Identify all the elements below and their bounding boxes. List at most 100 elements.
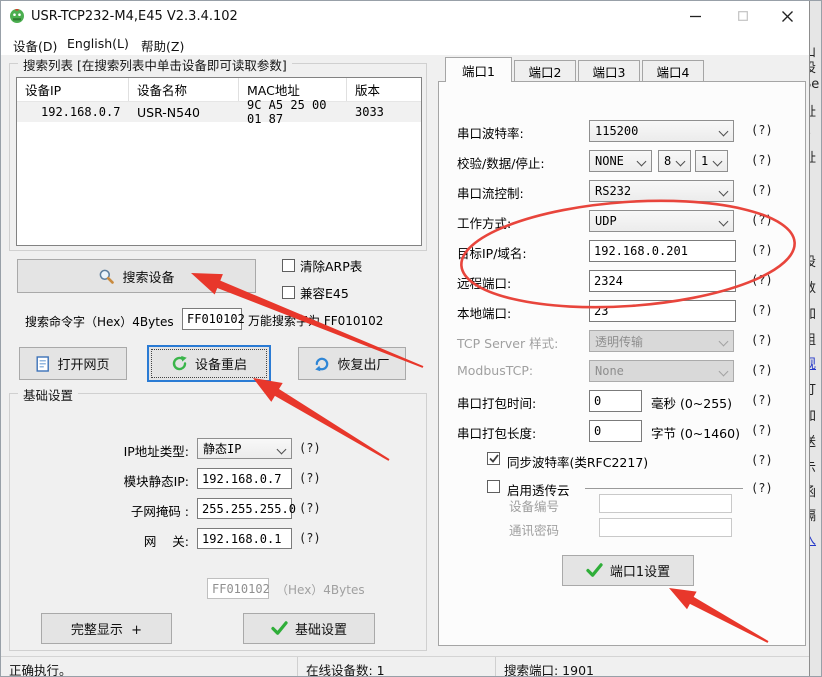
- search-list-group-title: 搜索列表 [在搜索列表中单击设备即可读取参数]: [18, 55, 292, 74]
- packtime-help[interactable]: (?): [751, 393, 773, 407]
- search-device-button[interactable]: 搜索设备: [17, 259, 256, 293]
- cell-version: 3033: [347, 102, 421, 122]
- baud-value: 115200: [595, 124, 638, 138]
- port1-panel: 串口波特率: 115200 (?) 校验/数据/停止: NONE 8 1 (?)…: [438, 81, 806, 646]
- ip-type-help[interactable]: (?): [299, 441, 321, 455]
- menu-help[interactable]: 帮助(Z): [137, 34, 188, 57]
- row-dev-id: 设备编号: [439, 492, 805, 514]
- status-search-port: 搜索端口: 1901: [504, 660, 594, 677]
- row-dev-pwd: 通讯密码: [439, 516, 805, 538]
- remote-port-help[interactable]: (?): [751, 273, 773, 287]
- flow-help[interactable]: (?): [751, 183, 773, 197]
- status-separator: [495, 657, 496, 677]
- chevron-down-icon: [719, 217, 729, 227]
- cell-device-name: USR-N540: [129, 102, 239, 122]
- stopbits-value: 1: [701, 154, 708, 168]
- static-ip-input[interactable]: 192.168.0.7: [197, 468, 292, 489]
- compat-e45-label: 兼容E45: [300, 283, 349, 302]
- menu-english[interactable]: English(L): [63, 34, 133, 53]
- subnet-mask-label: 子网掩码 :: [19, 501, 189, 520]
- flow-select[interactable]: RS232: [589, 180, 734, 202]
- packtime-unit: 毫秒 (0~255): [651, 393, 732, 412]
- tcpserver-help[interactable]: (?): [751, 333, 773, 347]
- check-icon: [271, 621, 288, 636]
- packtime-input[interactable]: 0: [589, 390, 642, 412]
- basic-set-label: 基础设置: [295, 619, 347, 638]
- window-title: USR-TCP232-M4,E45 V2.3.4.102: [31, 9, 238, 24]
- menu-device[interactable]: 设备(D): [9, 34, 61, 57]
- full-display-label: 完整显示 +: [71, 619, 142, 638]
- row-modbus: ModbusTCP: None (?): [439, 360, 805, 382]
- full-display-button[interactable]: 完整显示 +: [41, 613, 172, 644]
- work-mode-label: 工作方式:: [457, 213, 511, 232]
- search-icon: [98, 268, 115, 285]
- target-ip-help[interactable]: (?): [751, 243, 773, 257]
- static-ip-help[interactable]: (?): [299, 471, 321, 485]
- row-target-ip: 目标IP/域名: 192.168.0.201 (?): [439, 240, 805, 262]
- work-mode-select[interactable]: UDP: [589, 210, 734, 232]
- restart-device-button[interactable]: 设备重启: [147, 345, 271, 382]
- basic-set-button[interactable]: 基础设置: [243, 613, 375, 644]
- tcpserver-select: 透明传输: [589, 330, 734, 352]
- tab-port3[interactable]: 端口3: [578, 60, 640, 82]
- parity-select[interactable]: NONE: [589, 150, 652, 172]
- cell-device-ip: 192.168.0.7: [17, 102, 129, 122]
- baud-label: 串口波特率:: [457, 123, 524, 142]
- row-baud: 串口波特率: 115200 (?): [439, 120, 805, 142]
- chevron-down-icon: [637, 157, 647, 167]
- tab-port2[interactable]: 端口2: [514, 60, 576, 82]
- close-button[interactable]: [765, 1, 809, 31]
- compat-e45-checkbox[interactable]: 兼容E45: [282, 283, 349, 302]
- modbus-help[interactable]: (?): [751, 363, 773, 377]
- local-port-help[interactable]: (?): [751, 303, 773, 317]
- work-mode-value: UDP: [595, 214, 617, 228]
- menu-bar: 设备(D) English(L) 帮助(Z): [1, 31, 822, 55]
- chevron-down-icon: [719, 187, 729, 197]
- factory-reset-label: 恢复出厂: [337, 354, 389, 373]
- target-ip-input[interactable]: 192.168.0.201: [589, 240, 736, 262]
- sync-baud-checkbox[interactable]: [487, 452, 500, 465]
- basic-hex-label: （Hex）4Bytes: [276, 581, 365, 598]
- header-device-ip[interactable]: 设备IP: [17, 78, 129, 101]
- parity-help[interactable]: (?): [751, 153, 773, 167]
- header-device-name[interactable]: 设备名称: [129, 78, 239, 101]
- search-device-label: 搜索设备: [122, 267, 174, 286]
- check-icon: [586, 563, 603, 578]
- tab-port4[interactable]: 端口4: [642, 60, 704, 82]
- modbus-label: ModbusTCP:: [457, 363, 533, 378]
- clear-arp-checkbox[interactable]: 清除ARP表: [282, 256, 362, 275]
- basic-hex-input[interactable]: FF010102: [207, 578, 269, 599]
- baud-select[interactable]: 115200: [589, 120, 734, 142]
- tab-port1[interactable]: 端口1: [445, 57, 512, 82]
- parity-label: 校验/数据/停止:: [457, 153, 545, 172]
- sync-baud-help[interactable]: (?): [751, 453, 773, 467]
- stopbits-select[interactable]: 1: [695, 150, 728, 172]
- baud-help[interactable]: (?): [751, 123, 773, 137]
- work-mode-help[interactable]: (?): [751, 213, 773, 227]
- title-bar: USR-TCP232-M4,E45 V2.3.4.102: [1, 1, 822, 31]
- ip-type-select[interactable]: 静态IP: [197, 438, 292, 459]
- sync-baud-label: 同步波特率(类RFC2217): [507, 452, 648, 471]
- maximize-button[interactable]: [721, 1, 765, 31]
- gateway-help[interactable]: (?): [299, 531, 321, 545]
- factory-reset-button[interactable]: 恢复出厂: [298, 347, 406, 380]
- subnet-mask-help[interactable]: (?): [299, 501, 321, 515]
- packlen-help[interactable]: (?): [751, 423, 773, 437]
- remote-port-input[interactable]: 2324: [589, 270, 736, 292]
- packlen-input[interactable]: 0: [589, 420, 642, 442]
- device-row[interactable]: 192.168.0.7 USR-N540 9C A5 25 00 01 87 3…: [17, 102, 421, 122]
- port1-set-button[interactable]: 端口1设置: [562, 555, 694, 586]
- remote-port-label: 远程端口:: [457, 273, 511, 292]
- local-port-input[interactable]: 23: [589, 300, 736, 322]
- search-cmd-input[interactable]: FF010102: [182, 308, 242, 330]
- header-version[interactable]: 版本: [347, 78, 421, 101]
- subnet-mask-input[interactable]: 255.255.255.0: [197, 498, 292, 519]
- status-separator: [297, 657, 298, 677]
- gateway-input[interactable]: 192.168.0.1: [197, 528, 292, 549]
- cloud-divider: [585, 488, 743, 489]
- dev-pwd-input: [599, 518, 732, 537]
- minimize-button[interactable]: [673, 1, 717, 31]
- close-icon: [782, 11, 793, 22]
- databits-select[interactable]: 8: [658, 150, 691, 172]
- open-webpage-button[interactable]: 打开网页: [19, 347, 127, 380]
